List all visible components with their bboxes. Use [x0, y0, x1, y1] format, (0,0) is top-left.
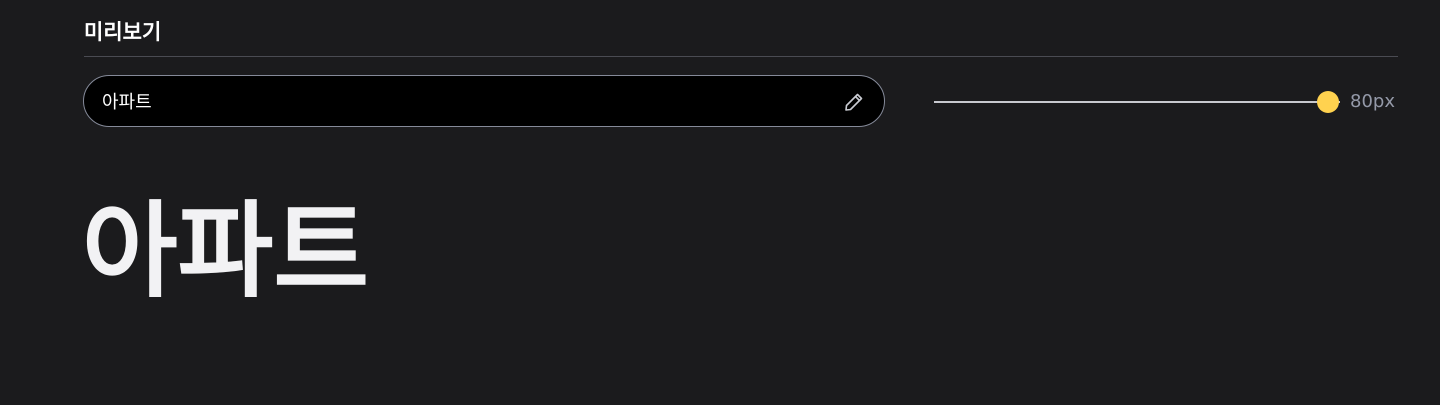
- slider-track[interactable]: [934, 101, 1340, 103]
- font-size-slider[interactable]: [934, 90, 1340, 114]
- preview-text-input[interactable]: [102, 76, 822, 126]
- preview-sample-text: 아파트: [82, 190, 370, 312]
- font-size-value: 80px: [1350, 91, 1395, 112]
- slider-thumb[interactable]: [1316, 91, 1339, 113]
- preview-panel: 미리보기 80px 아파트: [0, 0, 1440, 405]
- title-divider: [84, 56, 1398, 57]
- pencil-icon[interactable]: [842, 90, 866, 114]
- preview-text-field[interactable]: [83, 75, 885, 127]
- section-title: 미리보기: [84, 20, 162, 44]
